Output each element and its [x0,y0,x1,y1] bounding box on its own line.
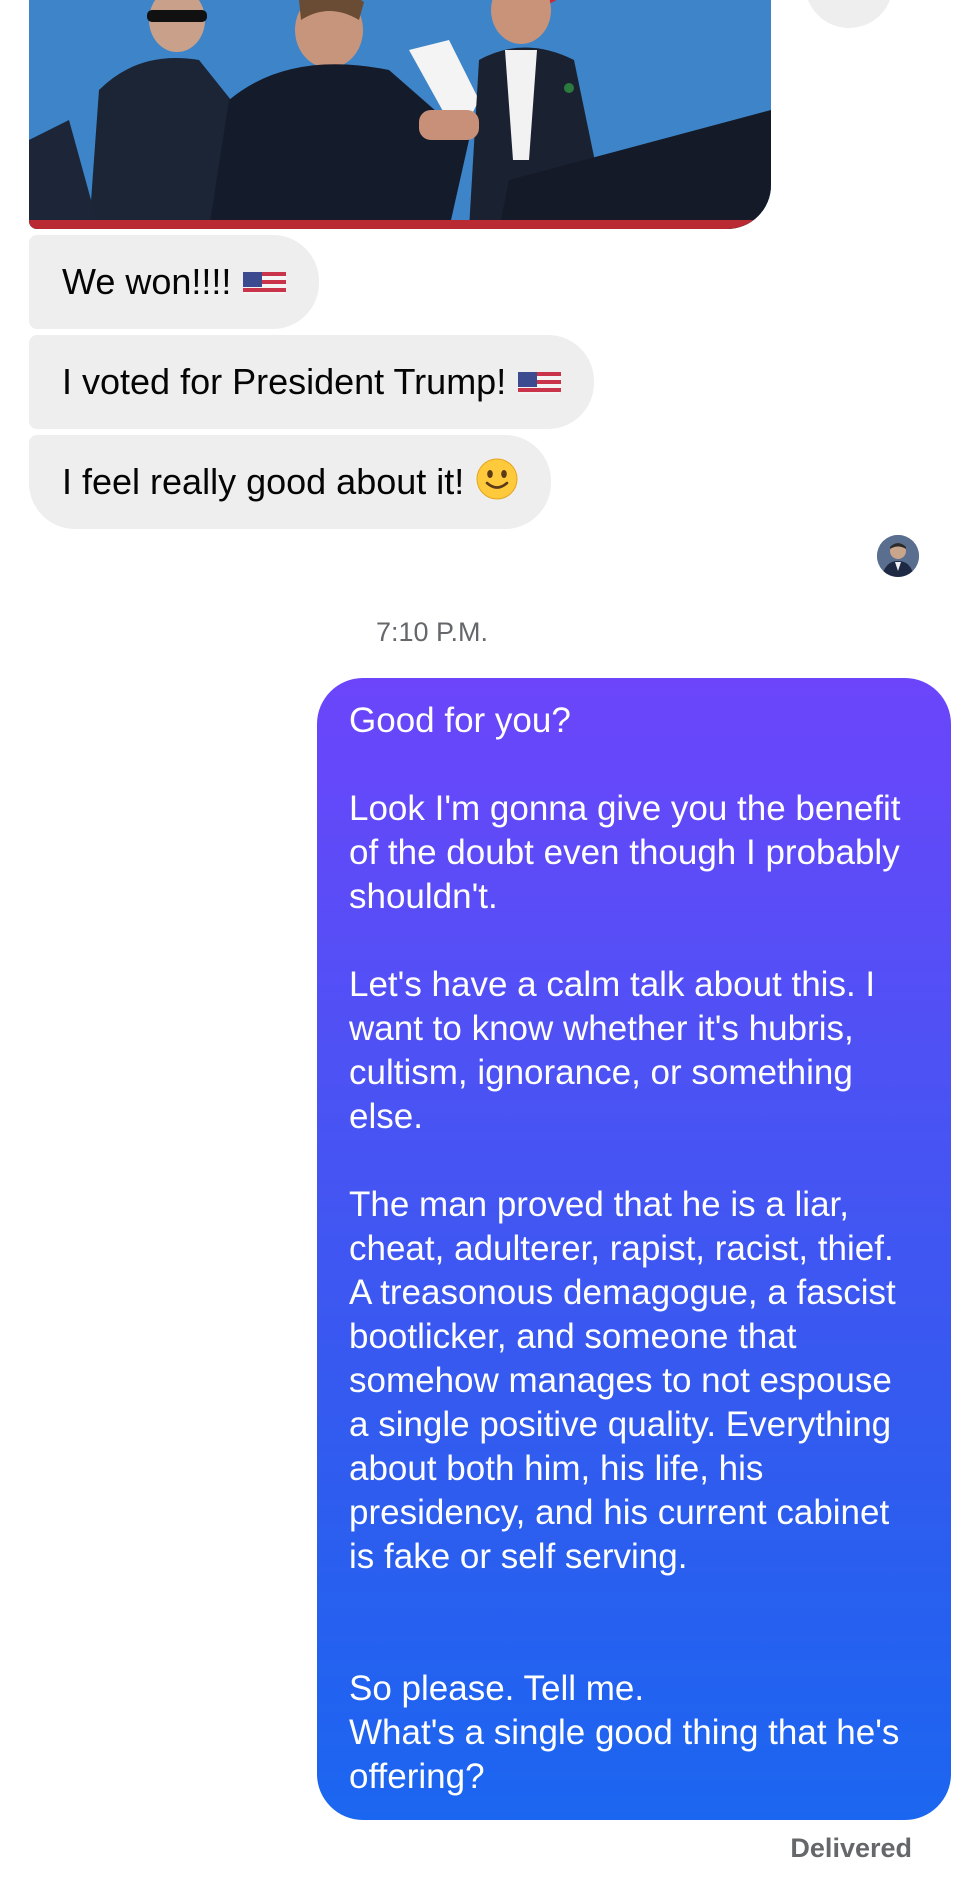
photo-image [29,0,771,229]
us-flag-icon [243,266,287,294]
delivery-status: Delivered [790,1833,912,1863]
message-text: I feel really good about it! [62,461,465,502]
read-receipt-avatar [877,535,919,577]
message-paragraph: The man proved that he is a liar, cheat,… [349,1185,896,1576]
message-text: We won!!!! [62,261,232,302]
top-action-button[interactable] [805,0,893,28]
incoming-message[interactable]: I voted for President Trump! [29,335,595,429]
message-paragraph: Let's have a calm talk about this. I wan… [349,965,876,1136]
shared-photo[interactable] [29,0,771,229]
outgoing-message[interactable]: Good for you? Look I'm gonna give you th… [317,678,951,1820]
message-paragraph: So please. Tell me. What's a single good… [349,1669,900,1796]
incoming-message[interactable]: I feel really good about it! [29,435,552,529]
incoming-message[interactable]: We won!!!! [29,235,320,329]
smiley-icon [476,458,518,500]
message-timestamp: 7:10 P.M. [375,617,489,647]
us-flag-icon [518,366,562,394]
message-paragraph: Look I'm gonna give you the benefit of t… [349,789,901,916]
message-text: I voted for President Trump! [62,361,507,402]
message-paragraph: Good for you? [349,701,571,740]
